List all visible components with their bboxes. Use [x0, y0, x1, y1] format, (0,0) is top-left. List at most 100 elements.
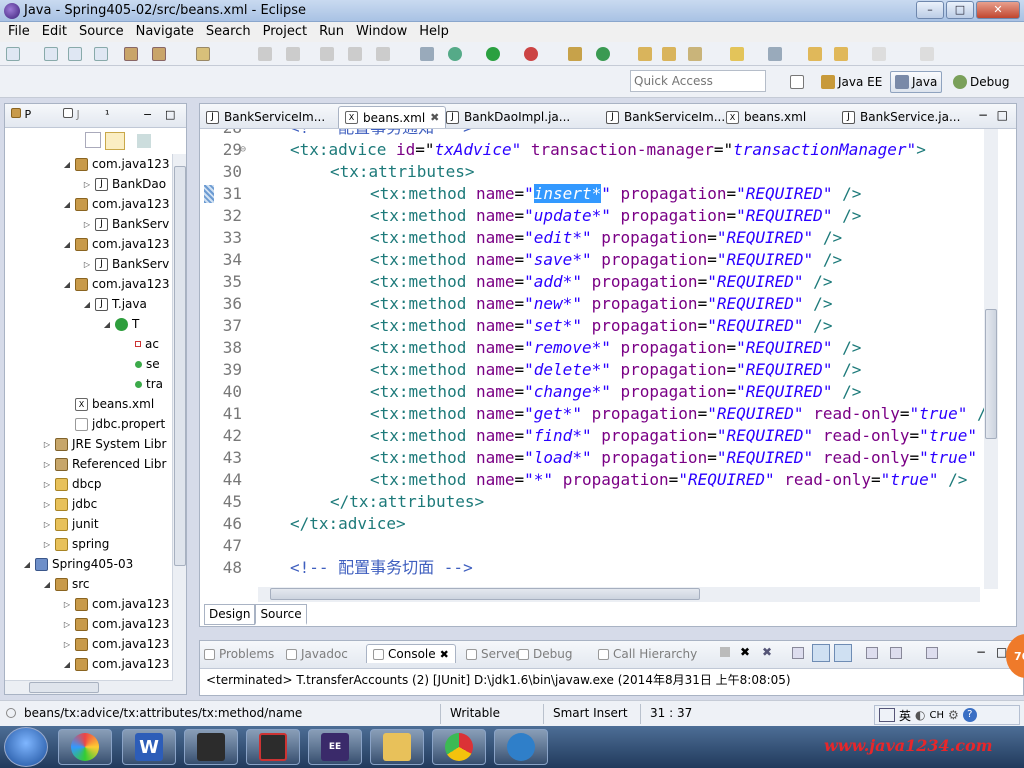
tree-item[interactable]: ◢ J T.java: [83, 294, 147, 314]
save-all-icon[interactable]: [68, 47, 82, 61]
close-tab-icon[interactable]: ✖: [430, 111, 439, 124]
remove-all-icon[interactable]: ✖: [762, 645, 772, 659]
tree-item[interactable]: se: [123, 354, 160, 374]
build-icon[interactable]: [124, 47, 138, 61]
open-perspective-icon[interactable]: [790, 75, 804, 89]
start-button-icon[interactable]: [4, 727, 48, 767]
code-line[interactable]: 45 </tx:attributes>: [200, 491, 984, 513]
expand-toggle-icon[interactable]: ▷: [43, 520, 51, 529]
tree-item[interactable]: ◢ com.java123: [63, 234, 170, 254]
editor-tab[interactable]: Xbeans.xml ✖: [338, 106, 447, 128]
code-line[interactable]: 35 <tx:method name="add*" propagation="RE…: [200, 271, 984, 293]
code-line[interactable]: 40 <tx:method name="change*" propagation=…: [200, 381, 984, 403]
expand-toggle-icon[interactable]: ◢: [63, 240, 71, 249]
help-icon[interactable]: ?: [962, 708, 977, 722]
tree-item[interactable]: ◢ com.java123: [63, 654, 170, 674]
remove-launch-icon[interactable]: ✖: [740, 645, 750, 659]
code-line[interactable]: 28 <!-- 配置事务通知 -->: [200, 129, 984, 139]
close-button[interactable]: ✕: [976, 1, 1020, 19]
terminate-icon[interactable]: [720, 647, 730, 657]
open-type-icon[interactable]: [638, 47, 652, 61]
tab-junit[interactable]: J: [63, 108, 80, 121]
tree-item[interactable]: ◢ Spring405-03: [23, 554, 133, 574]
run-external-icon[interactable]: [524, 47, 538, 61]
tree-item[interactable]: ▷ spring: [43, 534, 109, 554]
expand-toggle-icon[interactable]: ▷: [83, 180, 91, 189]
forward-icon[interactable]: [834, 47, 848, 61]
taskbar-app-7[interactable]: [432, 729, 486, 765]
step-icon[interactable]: [320, 47, 334, 61]
tree-item[interactable]: Xbeans.xml: [63, 394, 154, 414]
code-line[interactable]: 33 <tx:method name="edit*" propagation="R…: [200, 227, 984, 249]
expand-toggle-icon[interactable]: ◢: [103, 320, 111, 329]
code-line[interactable]: 42 <tx:method name="find*" propagation="R…: [200, 425, 984, 447]
tree-item[interactable]: ▷ com.java123: [63, 594, 170, 614]
editor-minimize-icon[interactable]: −: [978, 108, 988, 122]
expand-toggle-icon[interactable]: ▷: [63, 600, 71, 609]
expand-toggle-icon[interactable]: ◢: [43, 580, 51, 589]
tree-item[interactable]: ▷ J BankServ: [83, 254, 169, 274]
open-resource-icon[interactable]: [662, 47, 676, 61]
code-line[interactable]: 38 <tx:method name="remove*" propagation=…: [200, 337, 984, 359]
menu-help[interactable]: Help: [413, 22, 455, 42]
tree-item[interactable]: ▷ junit: [43, 514, 99, 534]
tree-item[interactable]: ▷ com.java123: [63, 614, 170, 634]
explorer-hscrollbar[interactable]: [5, 680, 173, 694]
ime-icon[interactable]: [879, 708, 895, 722]
quick-access-input[interactable]: [630, 70, 766, 92]
ime-ch[interactable]: CH: [930, 710, 945, 721]
back-icon[interactable]: [808, 47, 822, 61]
taskbar-app-8[interactable]: [494, 729, 548, 765]
tree-item[interactable]: ▷ J BankDao: [83, 174, 166, 194]
explorer-scrollbar[interactable]: [172, 154, 186, 694]
tree-item[interactable]: ◢ com.java123: [63, 274, 170, 294]
search-icon[interactable]: [688, 47, 702, 61]
save-icon[interactable]: [44, 47, 58, 61]
menu-file[interactable]: File: [2, 22, 36, 42]
debug-icon[interactable]: [448, 47, 462, 61]
show-on-error-icon[interactable]: [834, 644, 852, 662]
tree-item[interactable]: ◢ src: [43, 574, 90, 594]
tree-item[interactable]: ▷ com.java123: [63, 634, 170, 654]
editor-tab[interactable]: Xbeans.xml: [720, 106, 812, 128]
tab-problems[interactable]: Problems: [204, 647, 274, 661]
tab-debug[interactable]: Debug: [518, 647, 572, 661]
code-line[interactable]: 36 <tx:method name="new*" propagation="RE…: [200, 293, 984, 315]
editor-tab[interactable]: J BankServiceIm...: [200, 106, 331, 128]
print-icon[interactable]: [94, 47, 108, 61]
code-line[interactable]: 41 <tx:method name="get*" propagation="RE…: [200, 403, 984, 425]
expand-toggle-icon[interactable]: ◢: [23, 560, 31, 569]
console-minimize-icon[interactable]: −: [976, 645, 986, 659]
menu-edit[interactable]: Edit: [36, 22, 73, 42]
redo-icon[interactable]: [286, 47, 300, 61]
tree-item[interactable]: ac: [123, 334, 159, 354]
tree-item[interactable]: ▷ J BankServ: [83, 214, 169, 234]
collapse-all-icon[interactable]: [85, 132, 101, 148]
scroll-lock-icon[interactable]: [792, 647, 804, 659]
perspective-java-ee[interactable]: Java EE: [816, 71, 887, 93]
tab-console[interactable]: Console ✖: [366, 644, 456, 663]
perspective-java[interactable]: Java: [890, 71, 943, 93]
tree-item[interactable]: ▷ Referenced Libr: [43, 454, 167, 474]
tree-item[interactable]: ▷ jdbc: [43, 494, 97, 514]
menu-search[interactable]: Search: [200, 22, 257, 42]
expand-toggle-icon[interactable]: ▷: [63, 620, 71, 629]
server-icon[interactable]: [196, 47, 210, 61]
code-line[interactable]: 48 <!-- 配置事务切面 -->: [200, 557, 984, 579]
tab-design[interactable]: Design: [204, 604, 256, 625]
ime-settings-icon[interactable]: ⚙: [948, 708, 959, 722]
expand-toggle-icon[interactable]: ▷: [83, 220, 91, 229]
expand-toggle-icon[interactable]: ▷: [43, 460, 51, 469]
view-menu-icon[interactable]: [137, 134, 151, 148]
new-icon[interactable]: [6, 47, 20, 61]
pause-icon[interactable]: [348, 47, 362, 61]
code-line[interactable]: 32 <tx:method name="update*" propagation=…: [200, 205, 984, 227]
tab-package-explorer[interactable]: P: [11, 108, 31, 121]
taskbar-app-2[interactable]: W: [122, 729, 176, 765]
undo-icon[interactable]: [258, 47, 272, 61]
menu-navigate[interactable]: Navigate: [130, 22, 200, 42]
menu-source[interactable]: Source: [73, 22, 130, 42]
close-tab-icon[interactable]: ✖: [440, 648, 449, 661]
code-line[interactable]: 29 ⊖ <tx:advice id="txAdvice" transaction-…: [200, 139, 984, 161]
expand-toggle-icon[interactable]: ▷: [83, 260, 91, 269]
